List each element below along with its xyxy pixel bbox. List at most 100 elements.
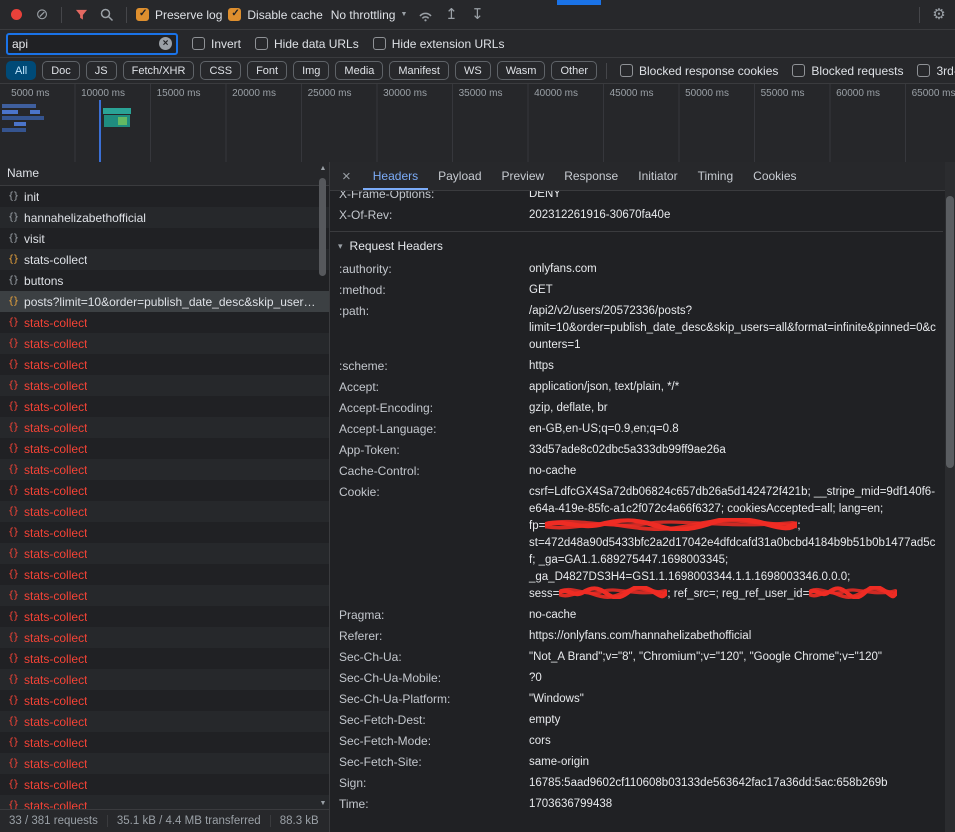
network-request-row[interactable]: {}stats-collect — [0, 333, 329, 354]
filter-checkbox-blocked-requests[interactable]: Blocked requests — [792, 64, 903, 78]
filter-chip-all[interactable]: All — [6, 61, 36, 80]
filter-chip-wasm[interactable]: Wasm — [497, 61, 546, 80]
record-icon[interactable] — [6, 5, 26, 25]
json-file-icon: {} — [8, 275, 18, 286]
preserve-log-checkbox[interactable]: Preserve log — [136, 8, 222, 22]
network-request-row[interactable]: {}stats-collect — [0, 732, 329, 753]
tab-headers[interactable]: Headers — [363, 162, 428, 190]
request-type-toolbar: All Doc JS Fetch/XHR CSS Font Img Media Manifest… — [0, 58, 955, 84]
network-request-row[interactable]: {}init — [0, 186, 329, 207]
network-request-row[interactable]: {}stats-collect — [0, 795, 329, 809]
export-har-icon[interactable]: ↧ — [467, 5, 487, 25]
hide-extension-urls-checkbox[interactable]: Hide extension URLs — [373, 37, 505, 51]
header-name: Pragma: — [339, 607, 529, 624]
filter-chip-css[interactable]: CSS — [200, 61, 241, 80]
request-name: stats-collect — [24, 442, 87, 456]
network-request-row[interactable]: {}stats-collect — [0, 711, 329, 732]
invert-checkbox[interactable]: Invert — [192, 37, 241, 51]
network-request-row[interactable]: {}stats-collect — [0, 606, 329, 627]
tab-initiator[interactable]: Initiator — [628, 162, 687, 190]
filter-chip-img[interactable]: Img — [293, 61, 329, 80]
tab-timing[interactable]: Timing — [688, 162, 744, 190]
network-request-row[interactable]: {}posts?limit=10&order=publish_date_desc… — [0, 291, 329, 312]
json-file-icon: {} — [8, 800, 18, 809]
network-request-row[interactable]: {}stats-collect — [0, 585, 329, 606]
filter-chip-media[interactable]: Media — [335, 61, 383, 80]
details-scrollbar[interactable] — [945, 162, 955, 832]
filter-chip-other[interactable]: Other — [551, 61, 597, 80]
network-request-row[interactable]: {}hannahelizabethofficial — [0, 207, 329, 228]
network-request-row[interactable]: {}stats-collect — [0, 648, 329, 669]
network-overview-timeline[interactable]: 5000 ms10000 ms15000 ms20000 ms25000 ms3… — [0, 84, 955, 165]
scroll-up-icon[interactable]: ▲ — [317, 165, 329, 172]
network-request-row[interactable]: {}stats-collect — [0, 627, 329, 648]
header-row: Sec-Fetch-Site:same-origin — [330, 752, 943, 773]
network-request-row[interactable]: {}stats-collect — [0, 564, 329, 585]
network-request-row[interactable]: {}stats-collect — [0, 753, 329, 774]
tab-payload[interactable]: Payload — [428, 162, 491, 190]
json-file-icon: {} — [8, 779, 18, 790]
checkbox-unchecked — [192, 37, 205, 50]
network-request-row[interactable]: {}stats-collect — [0, 480, 329, 501]
close-details-icon[interactable]: × — [330, 162, 363, 190]
filter-chip-fetch-xhr[interactable]: Fetch/XHR — [123, 61, 195, 80]
network-request-row[interactable]: {}stats-collect — [0, 522, 329, 543]
network-request-row[interactable]: {}stats-collect — [0, 354, 329, 375]
tab-response[interactable]: Response — [554, 162, 628, 190]
network-conditions-icon[interactable] — [415, 5, 435, 25]
name-column-header[interactable]: Name — [0, 162, 329, 186]
header-row: Cache-Control:no-cache — [330, 461, 943, 482]
header-name: Sec-Ch-Ua-Mobile: — [339, 670, 529, 687]
settings-gear-icon[interactable]: ⚙ — [929, 5, 949, 25]
network-request-row[interactable]: {}stats-collect — [0, 249, 329, 270]
tab-preview[interactable]: Preview — [492, 162, 555, 190]
clear-network-log-icon[interactable]: ⊘ — [32, 5, 52, 25]
filter-icon[interactable] — [71, 5, 91, 25]
network-request-row[interactable]: {}stats-collect — [0, 312, 329, 333]
scrollbar-thumb[interactable] — [946, 196, 954, 468]
network-request-row[interactable]: {}stats-collect — [0, 438, 329, 459]
request-name: stats-collect — [24, 400, 87, 414]
throttling-select[interactable]: No throttling ▼ — [329, 8, 410, 22]
network-request-row[interactable]: {}stats-collect — [0, 417, 329, 438]
network-request-row[interactable]: {}stats-collect — [0, 669, 329, 690]
filter-chip-js[interactable]: JS — [86, 61, 117, 80]
scroll-down-icon[interactable]: ▼ — [317, 800, 329, 807]
timeline-tick-label: 5000 ms — [0, 88, 76, 99]
network-request-row[interactable]: {}stats-collect — [0, 459, 329, 480]
search-icon[interactable] — [97, 5, 117, 25]
resources-size: 88.3 kB — [270, 815, 328, 827]
network-request-row[interactable]: {}stats-collect — [0, 690, 329, 711]
filter-input[interactable] — [12, 37, 132, 51]
network-toolbar: ⊘ Preserve log Disable cache No throttli… — [0, 0, 955, 30]
network-request-row[interactable]: {}buttons — [0, 270, 329, 291]
redacted-group: sess= — [529, 586, 667, 603]
request-name: init — [24, 190, 39, 204]
json-file-icon: {} — [8, 233, 18, 244]
network-request-row[interactable]: {}stats-collect — [0, 396, 329, 417]
request-headers-section[interactable]: ▾Request Headers — [330, 232, 943, 259]
request-name: stats-collect — [24, 463, 87, 477]
filter-chip-manifest[interactable]: Manifest — [389, 61, 449, 80]
network-request-row[interactable]: {}stats-collect — [0, 501, 329, 522]
header-name: :method: — [339, 282, 529, 299]
network-request-row[interactable]: {}stats-collect — [0, 543, 329, 564]
filter-input-box: × — [6, 33, 178, 55]
request-name: hannahelizabethofficial — [24, 211, 146, 225]
timeline-tick-label: 40000 ms — [529, 88, 605, 99]
filter-chip-font[interactable]: Font — [247, 61, 287, 80]
scrollbar-thumb[interactable] — [319, 178, 326, 276]
network-request-row[interactable]: {}stats-collect — [0, 774, 329, 795]
tab-cookies[interactable]: Cookies — [743, 162, 806, 190]
filter-checkbox-3rd-party-requests[interactable]: 3rd-party requests — [917, 64, 955, 78]
clear-filter-icon[interactable]: × — [159, 37, 172, 50]
import-har-icon[interactable]: ↥ — [441, 5, 461, 25]
network-request-row[interactable]: {}stats-collect — [0, 375, 329, 396]
request-list-scrollbar[interactable]: ▲ ▼ — [317, 163, 329, 809]
hide-data-urls-checkbox[interactable]: Hide data URLs — [255, 37, 359, 51]
disable-cache-checkbox[interactable]: Disable cache — [228, 8, 322, 22]
filter-chip-doc[interactable]: Doc — [42, 61, 80, 80]
filter-checkbox-blocked-response-cookies[interactable]: Blocked response cookies — [620, 64, 778, 78]
filter-chip-ws[interactable]: WS — [455, 61, 491, 80]
network-request-row[interactable]: {}visit — [0, 228, 329, 249]
